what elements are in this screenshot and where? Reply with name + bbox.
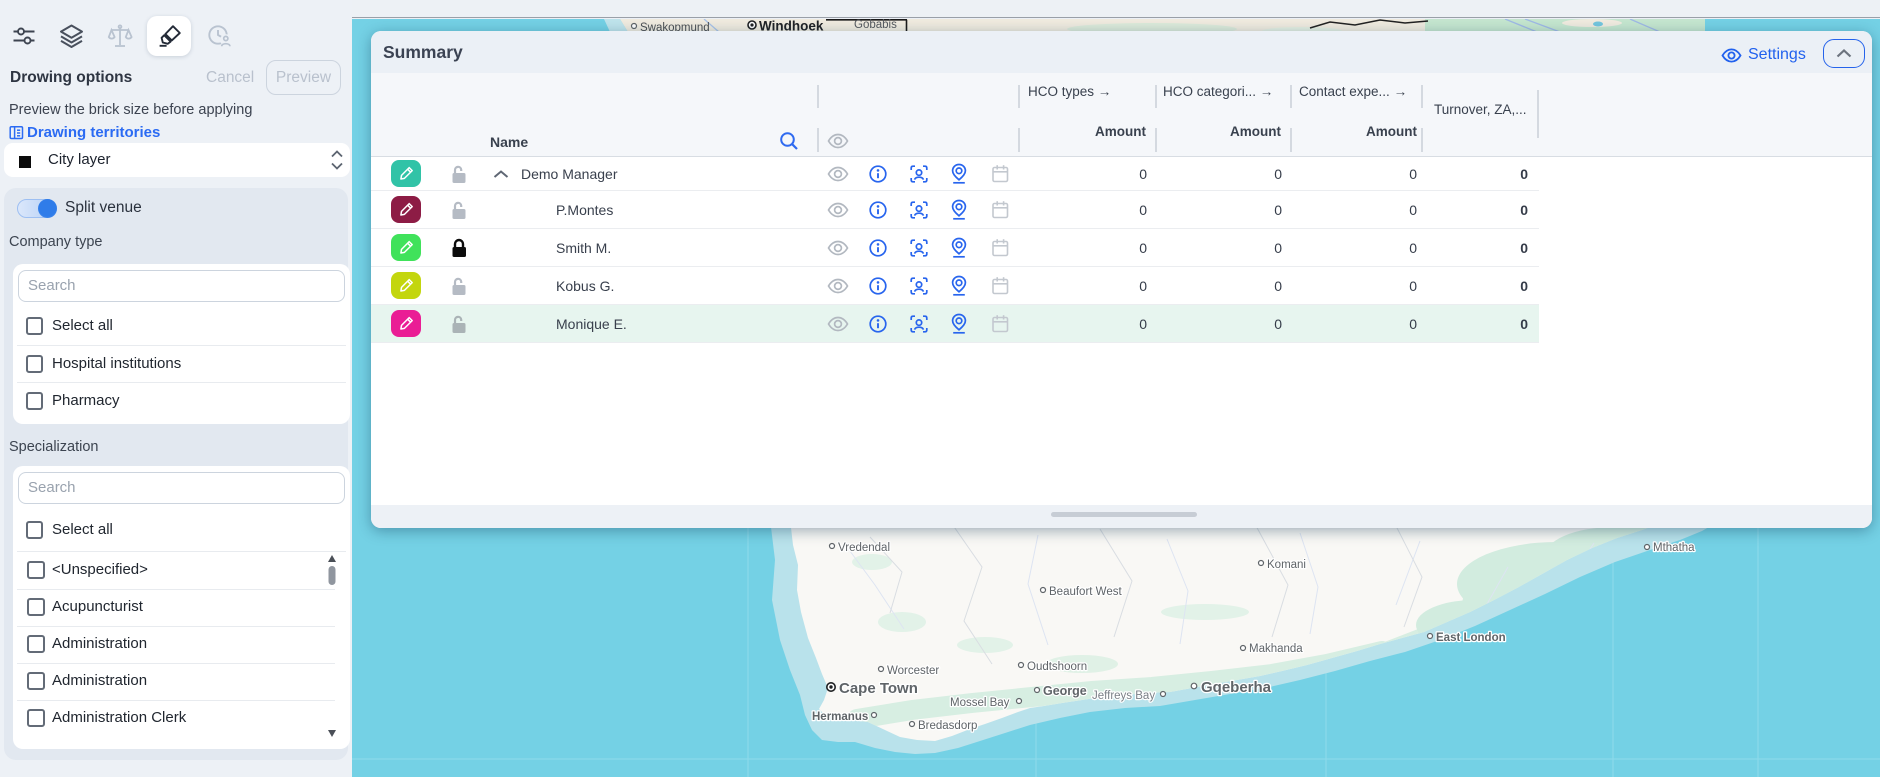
svg-text:Gqeberha: Gqeberha: [1201, 679, 1272, 696]
svg-text:Mthatha: Mthatha: [1653, 542, 1695, 554]
svg-text:George: George: [1043, 684, 1087, 698]
svg-text:Bredasdorp: Bredasdorp: [918, 720, 977, 732]
svg-text:Gobabis: Gobabis: [854, 19, 897, 31]
svg-text:East London: East London: [1436, 632, 1506, 644]
svg-text:Komani: Komani: [1267, 559, 1306, 571]
svg-text:Makhanda: Makhanda: [1249, 643, 1303, 655]
svg-text:Oudtshoorn: Oudtshoorn: [1027, 661, 1087, 673]
svg-text:Cape Town: Cape Town: [839, 680, 918, 697]
svg-text:Worcester: Worcester: [887, 665, 939, 677]
svg-text:Jeffreys Bay: Jeffreys Bay: [1092, 690, 1155, 702]
svg-text:Vredendal: Vredendal: [838, 542, 890, 554]
svg-text:Beaufort West: Beaufort West: [1049, 586, 1122, 598]
svg-text:Hermanus: Hermanus: [812, 711, 868, 723]
svg-text:Mossel Bay: Mossel Bay: [950, 697, 1010, 709]
